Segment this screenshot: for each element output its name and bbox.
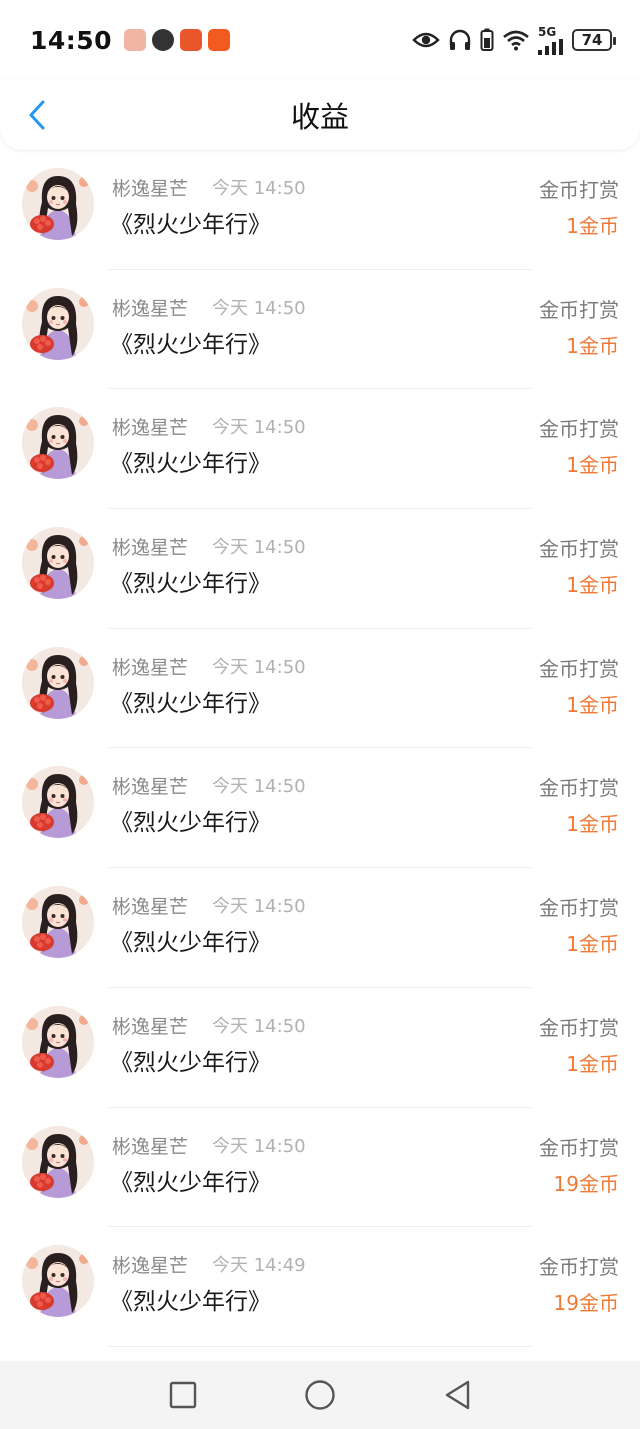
earning-amount: 1金币 — [566, 333, 619, 358]
eye-icon — [412, 30, 440, 50]
phone-battery-icon — [480, 28, 494, 52]
headphones-icon — [448, 29, 472, 51]
work-title: 《烈火少年行》 — [110, 1289, 271, 1316]
home-button[interactable] — [303, 1378, 337, 1412]
work-title: 《烈火少年行》 — [110, 451, 271, 478]
user-name: 彬逸星芒 — [112, 1135, 189, 1158]
photo-app-icon — [124, 29, 147, 51]
user-name: 彬逸星芒 — [112, 896, 189, 919]
five-g-label: 5G — [538, 25, 557, 39]
wechat-icon — [152, 29, 175, 51]
user-name: 彬逸星芒 — [112, 537, 189, 560]
earning-type: 金币打赏 — [539, 297, 619, 322]
work-title: 《烈火少年行》 — [110, 690, 271, 717]
earning-amount: 1金币 — [566, 1051, 619, 1076]
page-title: 收益 — [290, 100, 349, 134]
list-item[interactable]: 彬逸星芒 今天 14:50 《烈火少年行》 金币打赏 1金币 — [0, 988, 640, 1108]
user-name: 彬逸星芒 — [112, 417, 189, 440]
list-item[interactable]: 彬逸星芒 今天 14:50 《烈火少年行》 金币打赏 1金币 — [0, 389, 640, 510]
user-name: 彬逸星芒 — [112, 776, 189, 799]
avatar[interactable] — [22, 766, 94, 839]
list-item[interactable]: 彬逸星芒 今天 14:50 《烈火少年行》 金币打赏 1金币 — [0, 868, 640, 988]
back-nav-button[interactable] — [440, 1378, 474, 1412]
list-item[interactable]: 彬逸星芒 今天 14:50 《烈火少年行》 金币打赏 1金币 — [0, 509, 640, 629]
user-name: 彬逸星芒 — [112, 297, 189, 320]
earning-amount: 19金币 — [553, 1291, 619, 1316]
recents-square-icon — [169, 1381, 197, 1409]
avatar[interactable] — [22, 1245, 94, 1318]
work-title: 《烈火少年行》 — [110, 810, 271, 837]
user-name: 彬逸星芒 — [112, 656, 189, 679]
earning-amount: 1金币 — [566, 453, 619, 478]
avatar[interactable] — [22, 1125, 94, 1198]
earning-type: 金币打赏 — [539, 1255, 619, 1280]
record-time: 今天 14:50 — [212, 297, 306, 319]
earning-type: 金币打赏 — [539, 537, 619, 562]
work-title: 《烈火少年行》 — [110, 1169, 271, 1196]
record-time: 今天 14:50 — [212, 537, 306, 559]
system-nav-bar — [0, 1361, 640, 1429]
record-time: 今天 14:50 — [212, 656, 306, 678]
wifi-icon — [502, 29, 530, 51]
list-item[interactable]: 彬逸星芒 今天 14:50 《烈火少年行》 金币打赏 1金币 — [0, 270, 640, 390]
list-item[interactable]: 彬逸星芒 今天 14:50 《烈火少年行》 金币打赏 19金币 — [0, 1108, 640, 1228]
status-bar: 14:50 5G 74 — [0, 0, 640, 80]
earning-type: 金币打赏 — [539, 896, 619, 921]
earning-type: 金币打赏 — [539, 1135, 619, 1160]
battery-indicator: 74 — [572, 29, 616, 51]
avatar[interactable] — [22, 646, 94, 719]
divider — [108, 1345, 532, 1347]
record-time: 今天 14:50 — [212, 417, 306, 439]
earning-amount: 1金币 — [566, 692, 619, 717]
earning-amount: 19金币 — [553, 1171, 619, 1196]
list-item[interactable]: 彬逸星芒 今天 14:50 《烈火少年行》 金币打赏 1金币 — [0, 150, 640, 270]
record-time: 今天 14:50 — [212, 1135, 306, 1157]
list-item[interactable]: 彬逸星芒 今天 14:49 《烈火少年行》 金币打赏 19金币 — [0, 1227, 640, 1347]
back-button[interactable] — [22, 98, 52, 132]
video-app-icon — [208, 29, 231, 51]
earning-amount: 1金币 — [566, 932, 619, 957]
game-app-icon — [180, 29, 203, 51]
avatar[interactable] — [22, 287, 94, 360]
earning-amount: 1金币 — [566, 214, 619, 238]
work-title: 《烈火少年行》 — [110, 571, 271, 598]
work-title: 《烈火少年行》 — [110, 1049, 271, 1076]
record-time: 今天 14:50 — [212, 896, 306, 918]
avatar[interactable] — [22, 886, 94, 959]
work-title: 《烈火少年行》 — [110, 212, 271, 238]
record-time: 今天 14:50 — [212, 1015, 306, 1037]
user-name: 彬逸星芒 — [112, 1015, 189, 1038]
user-name: 彬逸星芒 — [112, 1255, 189, 1278]
earning-amount: 1金币 — [566, 573, 619, 598]
record-time: 今天 14:50 — [212, 178, 306, 199]
avatar[interactable] — [22, 407, 94, 480]
earnings-list: 彬逸星芒 今天 14:50 《烈火少年行》 金币打赏 1金币 彬逸星芒 今天 1… — [0, 150, 640, 1347]
home-circle-icon — [305, 1380, 335, 1410]
earning-type: 金币打赏 — [539, 776, 619, 801]
earning-type: 金币打赏 — [539, 417, 619, 442]
avatar[interactable] — [22, 168, 94, 240]
earning-type: 金币打赏 — [539, 656, 619, 681]
avatar[interactable] — [22, 1005, 94, 1078]
back-triangle-icon — [445, 1380, 470, 1410]
earning-amount: 1金币 — [566, 812, 619, 837]
earning-type: 金币打赏 — [539, 1015, 619, 1040]
nav-header: 收益 — [0, 80, 640, 150]
status-time: 14:50 — [30, 25, 113, 55]
list-item[interactable]: 彬逸星芒 今天 14:50 《烈火少年行》 金币打赏 1金币 — [0, 629, 640, 749]
record-time: 今天 14:49 — [212, 1255, 306, 1277]
recents-button[interactable] — [166, 1378, 200, 1412]
avatar[interactable] — [22, 527, 94, 600]
user-name: 彬逸星芒 — [112, 178, 189, 200]
chevron-left-icon — [29, 100, 45, 130]
record-time: 今天 14:50 — [212, 776, 306, 798]
work-title: 《烈火少年行》 — [110, 331, 271, 358]
list-item[interactable]: 彬逸星芒 今天 14:50 《烈火少年行》 金币打赏 1金币 — [0, 748, 640, 869]
earning-type: 金币打赏 — [539, 178, 619, 202]
work-title: 《烈火少年行》 — [110, 930, 271, 957]
notification-icons — [124, 29, 231, 51]
signal-icon: 5G — [538, 25, 564, 55]
status-right: 5G 74 — [412, 25, 616, 55]
